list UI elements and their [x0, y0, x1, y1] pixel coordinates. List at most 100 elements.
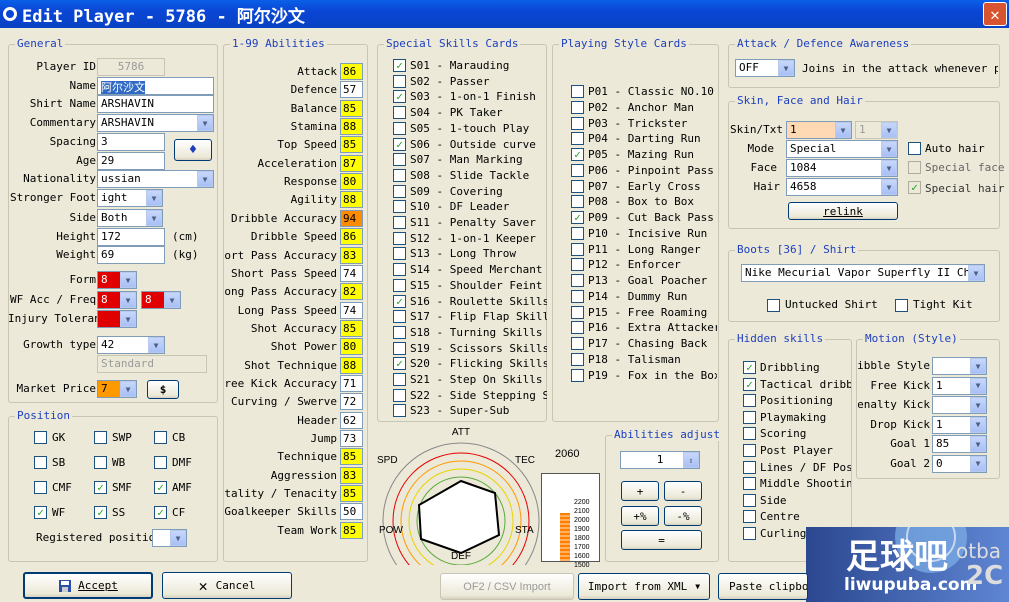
chevron-down-icon[interactable]: ▼ — [968, 265, 984, 281]
hidden-skill-item[interactable]: Side — [743, 493, 851, 508]
position-checkbox-ss[interactable]: ✓ — [94, 506, 107, 519]
hidden-skill-item[interactable]: Curling — [743, 526, 851, 541]
position-checkbox-wb[interactable] — [94, 456, 107, 469]
chevron-down-icon[interactable]: ▼ — [881, 141, 897, 157]
checkbox-icon[interactable]: ✓ — [393, 59, 406, 72]
chevron-down-icon[interactable]: ▼ — [120, 292, 136, 308]
playing-style-item[interactable]: P19 - Fox in the Box — [571, 368, 717, 383]
position-checkbox-cf[interactable]: ✓ — [154, 506, 167, 519]
ability-value-field[interactable]: 50 — [340, 503, 363, 521]
chevron-down-icon[interactable]: ▼ — [146, 210, 162, 226]
motion-select[interactable]: 1 ▼ — [932, 415, 987, 434]
swap-button[interactable]: ♦ — [174, 139, 212, 161]
ability-value-field[interactable]: 86 — [340, 63, 363, 80]
stronger-foot-select[interactable]: ight ▼ — [97, 189, 163, 207]
special-skill-item[interactable]: ✓ S06 - Outside curve — [393, 137, 547, 152]
chevron-down-icon[interactable]: ▼ — [164, 292, 180, 308]
ability-value-field[interactable]: 94 — [340, 209, 363, 227]
playing-style-item[interactable]: ✓ P05 - Mazing Run — [571, 147, 717, 162]
chevron-down-icon[interactable]: ▼ — [146, 190, 162, 206]
ability-value-field[interactable]: 88 — [340, 191, 363, 209]
ability-value-field[interactable]: 57 — [340, 81, 363, 99]
playing-style-item[interactable]: P16 - Extra Attacker — [571, 320, 717, 335]
playing-style-item[interactable]: P04 - Darting Run — [571, 131, 717, 146]
checkbox-icon[interactable] — [743, 493, 756, 507]
playing-style-item[interactable]: P10 - Incisive Run — [571, 226, 717, 241]
growth-select[interactable]: 42 ▼ — [97, 336, 165, 354]
checkbox-icon[interactable] — [571, 163, 584, 177]
checkbox-icon[interactable] — [571, 289, 584, 303]
weight-field[interactable]: 69 — [97, 246, 165, 264]
checkbox-icon[interactable] — [571, 274, 584, 287]
special-skill-item[interactable]: S09 - Covering — [393, 184, 547, 199]
checkbox-icon[interactable] — [571, 85, 584, 98]
spacing-field[interactable]: 3 — [97, 133, 165, 151]
ability-value-field[interactable]: 85 — [340, 448, 363, 466]
injury-select[interactable]: ▼ — [97, 310, 137, 328]
checkbox-icon[interactable] — [743, 444, 756, 457]
ability-value-field[interactable]: 71 — [340, 374, 363, 392]
adjust-minus-button[interactable]: - — [664, 481, 702, 501]
checkbox-icon[interactable]: ✓ — [571, 148, 584, 161]
adjust-equals-button[interactable]: = — [621, 530, 702, 550]
special-skill-item[interactable]: S23 - Super-Sub — [393, 403, 547, 418]
checkbox-icon[interactable] — [393, 404, 406, 418]
ability-value-field[interactable]: 80 — [340, 338, 363, 356]
position-checkbox-sb[interactable] — [34, 456, 47, 469]
checkbox-icon[interactable] — [393, 153, 406, 167]
checkbox-icon[interactable] — [743, 394, 756, 408]
ability-value-field[interactable]: 85 — [340, 485, 363, 503]
height-field[interactable]: 172 — [97, 228, 165, 246]
chevron-down-icon[interactable]: ▼ — [197, 115, 213, 131]
special-skill-item[interactable]: S08 - Slide Tackle — [393, 168, 547, 183]
position-checkbox-wf[interactable]: ✓ — [34, 506, 47, 519]
position-checkbox-gk[interactable] — [34, 431, 47, 444]
playing-style-item[interactable]: P02 - Anchor Man — [571, 100, 717, 115]
special-skill-item[interactable]: ✓ S03 - 1-on-1 Finish — [393, 89, 547, 104]
chevron-down-icon[interactable]: ▼ — [197, 171, 213, 187]
hidden-skill-item[interactable]: Playmaking — [743, 410, 851, 425]
position-checkbox-cb[interactable] — [154, 431, 167, 444]
checkbox-icon[interactable] — [743, 460, 756, 474]
checkbox-icon[interactable] — [393, 325, 406, 339]
mode-select[interactable]: Special ▼ — [786, 140, 898, 158]
form-select[interactable]: 8 ▼ — [97, 271, 137, 289]
motion-select[interactable]: ▼ — [932, 357, 987, 375]
face-select[interactable]: 1084 ▼ — [786, 159, 898, 177]
market-price-button[interactable]: $ — [147, 380, 179, 399]
hidden-skill-item[interactable]: Centre — [743, 509, 851, 524]
chevron-down-icon[interactable]: ▼ — [170, 530, 186, 546]
special-skill-item[interactable]: S21 - Step On Skills — [393, 372, 547, 387]
registered-position-select[interactable]: ▼ — [152, 529, 187, 547]
checkbox-icon[interactable] — [393, 121, 406, 135]
checkbox-icon[interactable] — [393, 263, 406, 277]
ability-value-field[interactable]: 83 — [340, 246, 363, 264]
playing-style-item[interactable]: P13 - Goal Poacher — [571, 273, 717, 288]
commentary-select[interactable]: ARSHAVIN ▼ — [97, 114, 214, 132]
untucked-shirt-checkbox[interactable] — [767, 299, 780, 312]
checkbox-icon[interactable] — [393, 200, 406, 214]
chevron-down-icon[interactable]: ▼ — [970, 436, 986, 452]
ability-value-field[interactable]: 83 — [340, 466, 363, 484]
ability-value-field[interactable]: 82 — [340, 283, 363, 301]
hidden-skill-item[interactable]: ✓ Dribbling — [743, 360, 851, 375]
shirt-name-field[interactable]: ARSHAVIN — [97, 95, 214, 113]
playing-style-item[interactable]: P12 - Enforcer — [571, 257, 717, 272]
playing-style-item[interactable]: P18 - Talisman — [571, 352, 717, 367]
checkbox-icon[interactable]: ✓ — [393, 357, 406, 371]
special-skill-item[interactable]: S04 - PK Taker — [393, 105, 547, 120]
hidden-skill-item[interactable]: Lines / DF Pos. — [743, 460, 851, 475]
chevron-down-icon[interactable]: ▼ — [120, 381, 136, 397]
position-checkbox-swp[interactable] — [94, 431, 107, 444]
checkbox-icon[interactable] — [393, 168, 406, 182]
playing-style-item[interactable]: P14 - Dummy Run — [571, 289, 717, 304]
chevron-down-icon[interactable]: ▼ — [970, 358, 986, 374]
side-select[interactable]: Both ▼ — [97, 209, 163, 227]
adjust-plus-pct-button[interactable]: +% — [621, 506, 659, 526]
special-skill-item[interactable]: ✓ S20 - Flicking Skills — [393, 356, 547, 371]
spinner-icon[interactable]: ⇕ — [683, 452, 699, 468]
ability-value-field[interactable]: 74 — [340, 301, 363, 319]
relink-button[interactable]: relink — [788, 202, 898, 220]
wf-freq-select[interactable]: 8 ▼ — [141, 291, 181, 309]
ability-value-field[interactable]: 73 — [340, 430, 363, 447]
